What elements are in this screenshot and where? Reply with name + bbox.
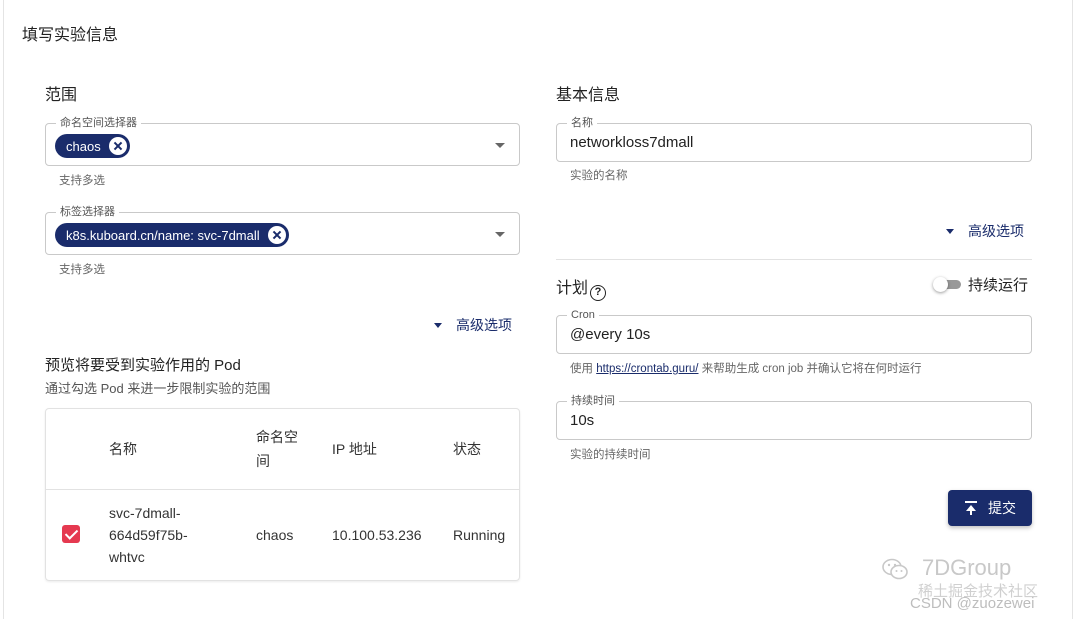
pod-table: 名称 命名空 间 IP 地址 状态 svc-7dmall- 664d59f75b… [45, 408, 520, 581]
duration-field-helper: 实验的持续时间 [570, 449, 651, 461]
table-header-divider [46, 489, 519, 490]
column-header-status: 状态 [453, 441, 481, 457]
submit-button[interactable]: 提交 [948, 490, 1032, 526]
pod-status-cell: Running [453, 527, 506, 543]
row-checkbox[interactable] [62, 525, 80, 543]
caret-down-icon [434, 322, 442, 328]
basic-advanced-options-toggle[interactable]: 高级选项 [946, 221, 1024, 241]
cron-helper-prefix: 使用 [570, 363, 597, 375]
chip-remove-icon[interactable] [108, 137, 127, 155]
upload-icon [964, 501, 978, 515]
continuous-run-label: 持续运行 [968, 277, 1029, 294]
dropdown-arrow-icon[interactable] [495, 142, 505, 148]
namespace-chip-label: chaos [66, 138, 101, 154]
scope-advanced-options-label: 高级选项 [456, 317, 512, 333]
namespace-selector-field[interactable]: 命名空间选择器 chaos [45, 116, 520, 166]
label-selector-field[interactable]: 标签选择器 k8s.kuboard.cn/name: svc-7dmall [45, 205, 520, 255]
help-icon[interactable]: ? [590, 285, 607, 301]
label-chip: k8s.kuboard.cn/name: svc-7dmall [55, 223, 289, 247]
label-selector-label: 标签选择器 [56, 205, 119, 219]
switch-thumb [933, 277, 948, 292]
name-field[interactable]: 名称 networkloss7dmall [556, 116, 1032, 162]
namespace-chip: chaos [55, 134, 130, 158]
pod-namespace-cell: chaos [256, 527, 294, 543]
schedule-title: 计划? [556, 274, 607, 301]
scope-title: 范围 [45, 87, 78, 104]
name-field-label: 名称 [567, 116, 597, 130]
basic-info-title: 基本信息 [556, 87, 621, 104]
section-divider [556, 259, 1032, 260]
cron-field[interactable]: Cron @every 10s [556, 308, 1032, 354]
cron-field-label: Cron [567, 308, 599, 322]
duration-field[interactable]: 持续时间 10s [556, 394, 1032, 440]
watermark-line3: CSDN @zuozewei [910, 595, 1035, 612]
column-header-name: 名称 [109, 441, 137, 457]
continuous-run-switch[interactable] [933, 277, 961, 292]
crontab-guru-link[interactable]: https://crontab.guru/ [596, 363, 698, 375]
column-header-ip: IP 地址 [332, 441, 377, 457]
pod-name-cell: svc-7dmall- 664d59f75b- whtvc [109, 505, 188, 565]
preview-title: 预览将要受到实验作用的 Pod [45, 357, 241, 374]
duration-field-label: 持续时间 [567, 394, 619, 408]
wechat-logo-icon [882, 558, 908, 580]
schedule-title-label: 计划 [556, 280, 589, 297]
chip-remove-icon[interactable] [267, 226, 286, 244]
label-chip-label: k8s.kuboard.cn/name: svc-7dmall [66, 227, 260, 243]
cron-helper-suffix: 来帮助生成 cron job 并确认它将在何时运行 [698, 363, 922, 375]
watermark-brand: 7DGroup [922, 555, 1012, 580]
basic-advanced-options-label: 高级选项 [968, 223, 1024, 239]
column-header-namespace: 命名空 间 [256, 429, 298, 469]
cron-input[interactable]: @every 10s [570, 326, 650, 343]
name-field-helper: 实验的名称 [570, 170, 628, 182]
scope-advanced-options-toggle[interactable]: 高级选项 [434, 315, 512, 335]
namespace-selector-helper: 支持多选 [59, 175, 105, 187]
page-title: 填写实验信息 [22, 27, 119, 44]
pod-ip-cell: 10.100.53.236 [332, 527, 422, 543]
label-selector-helper: 支持多选 [59, 264, 105, 276]
namespace-selector-label: 命名空间选择器 [56, 116, 141, 130]
preview-subtitle: 通过勾选 Pod 来进一步限制实验的范围 [45, 381, 271, 396]
caret-down-icon [946, 228, 954, 234]
duration-input[interactable]: 10s [570, 412, 594, 429]
cron-field-helper: 使用 https://crontab.guru/ 来帮助生成 cron job … [570, 360, 922, 376]
name-input[interactable]: networkloss7dmall [570, 134, 693, 151]
submit-button-label: 提交 [988, 500, 1016, 516]
dropdown-arrow-icon[interactable] [495, 231, 505, 237]
